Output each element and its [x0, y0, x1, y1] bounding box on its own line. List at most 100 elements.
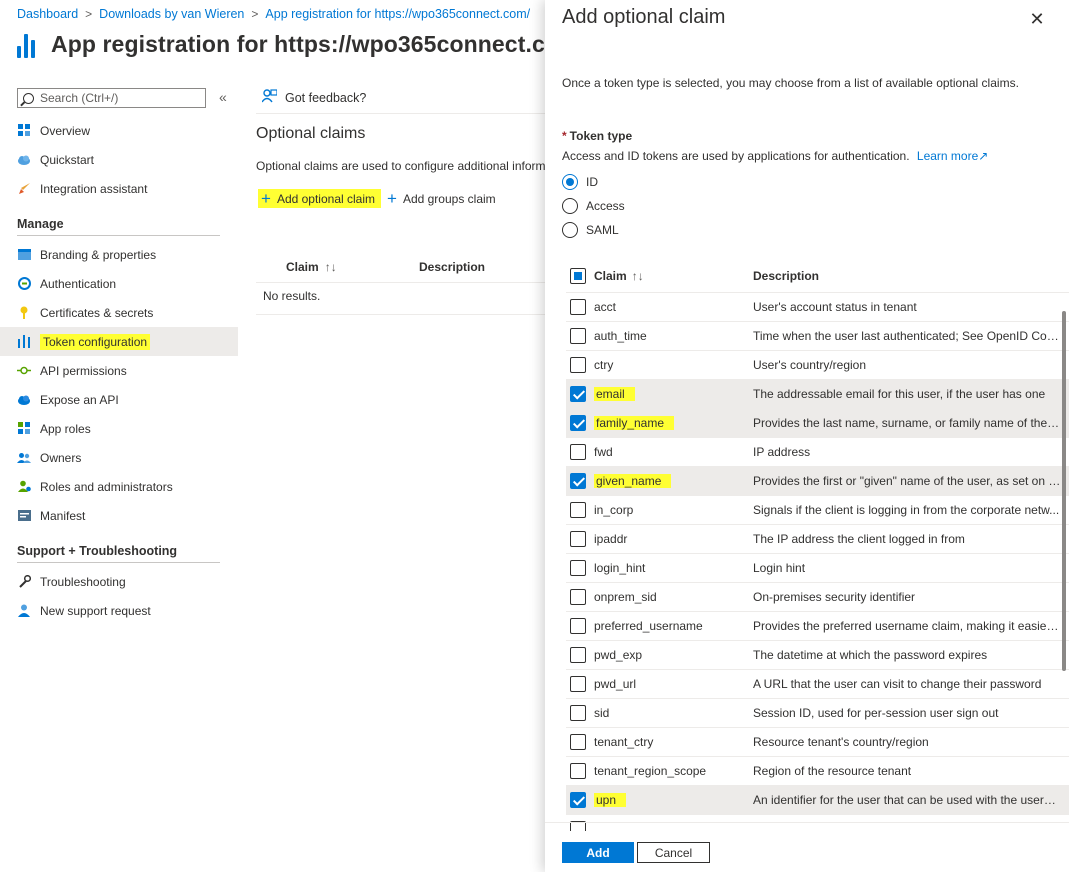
claim-cell: family_name: [592, 416, 753, 430]
row-checkbox[interactable]: [570, 531, 586, 547]
breadcrumb-app-registration[interactable]: App registration for https://wpo365conne…: [265, 7, 530, 21]
page-header: App registration for https://wpo365conne…: [17, 31, 586, 58]
close-icon[interactable]: ✕: [1029, 10, 1045, 28]
sidebar-item-token-configuration[interactable]: Token configuration: [0, 327, 238, 356]
row-checkbox[interactable]: [570, 299, 586, 315]
row-checkbox[interactable]: [570, 560, 586, 576]
breadcrumb-dashboard[interactable]: Dashboard: [17, 7, 78, 21]
column-header-claim[interactable]: Claim ↑↓: [286, 260, 419, 274]
radio-id[interactable]: ID: [562, 170, 625, 194]
radio-access[interactable]: Access: [562, 194, 625, 218]
claim-cell: tenant_ctry: [592, 735, 753, 749]
sidebar-item-label: Manifest: [40, 508, 86, 523]
sidebar-item-roles-admins[interactable]: Roles and administrators: [0, 472, 238, 501]
token-type-text: Token type: [569, 129, 633, 143]
scrollbar[interactable]: [1062, 311, 1066, 671]
row-checkbox-cell: [566, 473, 592, 489]
row-checkbox[interactable]: [570, 357, 586, 373]
radio-button[interactable]: [562, 198, 578, 214]
claim-description: User's country/region: [753, 358, 867, 372]
add-groups-claim-button[interactable]: + Add groups claim: [387, 190, 496, 207]
select-all-checkbox[interactable]: [570, 267, 586, 284]
sidebar-item-quickstart[interactable]: Quickstart: [0, 145, 238, 174]
row-checkbox[interactable]: [570, 763, 586, 779]
radio-label: Access: [586, 199, 625, 213]
sidebar-item-certificates[interactable]: Certificates & secrets: [0, 298, 238, 327]
external-link-icon: ↗: [978, 149, 989, 163]
claim-description: IP address: [753, 445, 811, 459]
row-checkbox[interactable]: [570, 415, 586, 431]
sidebar-item-new-support-request[interactable]: New support request: [0, 596, 238, 625]
table-row[interactable]: ctry User's country/region: [566, 351, 1069, 380]
empty-table-message: No results.: [263, 289, 321, 303]
row-checkbox[interactable]: [570, 792, 586, 808]
app-roles-icon: [17, 422, 31, 436]
command-bar: + Add optional claim + Add groups claim: [258, 189, 502, 208]
radio-label: SAML: [586, 223, 619, 237]
claim-name: preferred_username: [594, 619, 703, 633]
row-checkbox[interactable]: [570, 473, 586, 489]
learn-more-link[interactable]: Learn more↗: [917, 149, 988, 163]
table-row[interactable]: tenant_region_scope Region of the resourc…: [566, 757, 1069, 786]
row-checkbox[interactable]: [570, 386, 586, 402]
add-optional-claim-label: Add optional claim: [276, 191, 375, 206]
sidebar-item-owners[interactable]: Owners: [0, 443, 238, 472]
row-checkbox[interactable]: [570, 647, 586, 663]
row-checkbox-cell: [566, 560, 592, 576]
table-row[interactable]: onprem_sid On-premises security identifie…: [566, 583, 1069, 612]
row-checkbox[interactable]: [570, 328, 586, 344]
breadcrumb-directory[interactable]: Downloads by van Wieren: [99, 7, 244, 21]
sidebar-item-label: Token configuration: [40, 333, 151, 350]
table-row[interactable]: auth_time Time when the user last authent…: [566, 322, 1069, 351]
add-button[interactable]: Add: [562, 842, 634, 863]
claim-cell: email: [592, 387, 753, 401]
sidebar-item-branding[interactable]: Branding & properties: [0, 240, 238, 269]
row-checkbox[interactable]: [570, 618, 586, 634]
table-row[interactable]: pwd_exp The datetime at which the passwor…: [566, 641, 1069, 670]
row-checkbox[interactable]: [570, 444, 586, 460]
row-checkbox[interactable]: [570, 676, 586, 692]
row-checkbox[interactable]: [570, 705, 586, 721]
cancel-button[interactable]: Cancel: [637, 842, 710, 863]
sidebar-item-api-permissions[interactable]: API permissions: [0, 356, 238, 385]
radio-button[interactable]: [562, 174, 578, 190]
table-row[interactable]: pwd_url A URL that the user can visit to …: [566, 670, 1069, 699]
section-title: Optional claims: [256, 125, 366, 142]
table-row[interactable]: in_corp Signals if the client is logging …: [566, 496, 1069, 525]
add-optional-claim-button[interactable]: + Add optional claim: [258, 189, 381, 208]
radio-saml[interactable]: SAML: [562, 218, 625, 242]
search-input[interactable]: Search (Ctrl+/): [17, 88, 206, 108]
sidebar-item-app-roles[interactable]: App roles: [0, 414, 238, 443]
table-row[interactable]: [566, 815, 1069, 831]
table-row[interactable]: tenant_ctry Resource tenant's country/reg…: [566, 728, 1069, 757]
claim-name: tenant_ctry: [594, 735, 654, 749]
sidebar-item-manifest[interactable]: Manifest: [0, 501, 238, 530]
table-row[interactable]: given_name Provides the first or "given" …: [566, 467, 1069, 496]
claim-name: sid: [594, 706, 610, 720]
table-row[interactable]: email The addressable email for this user…: [566, 380, 1069, 409]
table-row[interactable]: preferred_username Provides the preferred…: [566, 612, 1069, 641]
row-checkbox[interactable]: [570, 589, 586, 605]
table-row[interactable]: family_name Provides the last name, surna…: [566, 409, 1069, 438]
row-checkbox[interactable]: [570, 734, 586, 750]
row-checkbox-cell: [566, 299, 592, 315]
feedback-button[interactable]: Got feedback?: [261, 89, 366, 106]
column-header-claim[interactable]: Claim ↑↓: [592, 269, 753, 283]
sidebar-item-troubleshooting[interactable]: Troubleshooting: [0, 567, 238, 596]
table-row[interactable]: login_hint Login hint: [566, 554, 1069, 583]
sidebar-item-integration-assistant[interactable]: Integration assistant: [0, 174, 238, 203]
sidebar-item-overview[interactable]: Overview: [0, 116, 238, 145]
table-row[interactable]: acct User's account status in tenant: [566, 293, 1069, 322]
table-row[interactable]: sid Session ID, used for per-session user…: [566, 699, 1069, 728]
radio-button[interactable]: [562, 222, 578, 238]
sidebar-item-authentication[interactable]: Authentication: [0, 269, 238, 298]
table-row[interactable]: ipaddr The IP address the client logged i…: [566, 525, 1069, 554]
table-row[interactable]: fwd IP address: [566, 438, 1069, 467]
breadcrumb: Dashboard > Downloads by van Wieren > Ap…: [17, 7, 530, 21]
divider: [17, 562, 220, 563]
row-checkbox-cell: [566, 444, 592, 460]
row-checkbox[interactable]: [570, 502, 586, 518]
sidebar-item-expose-an-api[interactable]: Expose an API: [0, 385, 238, 414]
collapse-menu-icon[interactable]: «: [219, 89, 227, 105]
table-row[interactable]: upn An identifier for the user that can b…: [566, 786, 1069, 815]
